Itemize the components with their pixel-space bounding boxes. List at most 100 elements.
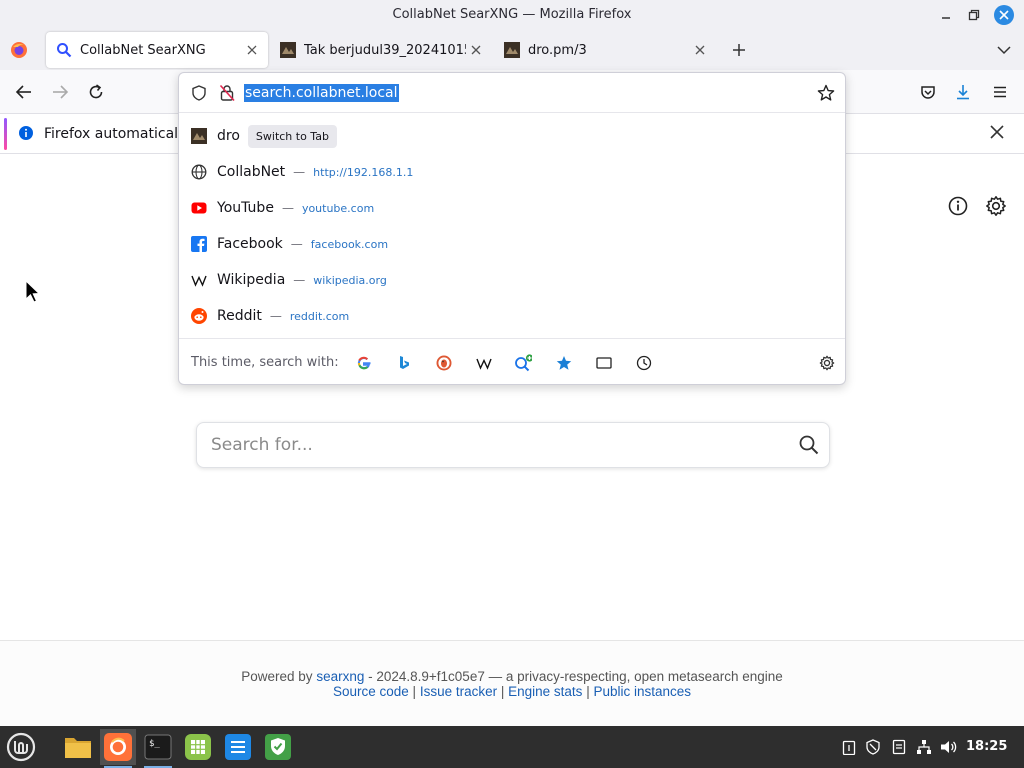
terminal-launcher[interactable]: $_ <box>140 729 176 768</box>
firefox-launcher[interactable] <box>100 729 136 768</box>
duckduckgo-icon <box>436 355 452 371</box>
firefox-icon <box>104 733 132 761</box>
one-off-search-bar: This time, search with: <box>179 338 845 384</box>
suggestion-reddit[interactable]: Reddit — reddit.com <box>179 298 845 334</box>
forward-button[interactable] <box>48 80 72 104</box>
suggestion-wikipedia[interactable]: Wikipedia — wikipedia.org <box>179 262 845 298</box>
shield-tray-icon[interactable] <box>864 738 882 756</box>
bing-search-button[interactable] <box>395 354 413 372</box>
search-settings-button[interactable] <box>818 354 836 372</box>
new-tab-button[interactable] <box>729 40 749 60</box>
powered-suffix: - 2024.8.9+f1c05e7 — a privacy-respectin… <box>368 669 783 684</box>
close-icon <box>999 10 1009 20</box>
tab-close-button[interactable] <box>466 40 486 60</box>
powered-by-line: Powered by searxng - 2024.8.9+f1c05e7 — … <box>0 669 1024 684</box>
tab-close-button[interactable] <box>242 40 262 60</box>
text-editor-launcher[interactable] <box>220 729 256 765</box>
arrow-right-icon <box>53 85 69 99</box>
search-submit-button[interactable] <box>799 435 819 455</box>
tab-tak-berjudul[interactable]: Tak berjudul39_202410150 <box>270 32 492 68</box>
notes-tray-icon[interactable] <box>890 738 908 756</box>
tab-collabnet-searxng[interactable]: CollabNet SearXNG <box>46 32 268 68</box>
url-input[interactable]: search.collabnet.local <box>244 84 399 102</box>
taskbar-clock[interactable]: 18:25 <box>966 739 1007 754</box>
reddit-icon <box>191 308 207 324</box>
suggestion-youtube[interactable]: YouTube — youtube.com <box>179 190 845 226</box>
network-tray-icon[interactable] <box>915 738 933 756</box>
bookmark-page-button[interactable] <box>817 84 835 102</box>
files-launcher[interactable] <box>60 729 96 765</box>
clipboard-tray-icon[interactable] <box>840 738 858 756</box>
download-icon <box>957 85 969 100</box>
page-thumbnail-icon <box>191 128 207 144</box>
search-bookmarks-button[interactable] <box>555 354 573 372</box>
search-input[interactable] <box>211 433 771 457</box>
spreadsheet-launcher[interactable] <box>180 729 216 765</box>
tabs-icon <box>596 357 612 369</box>
preferences-button[interactable] <box>984 194 1008 218</box>
tab-close-button[interactable] <box>690 40 710 60</box>
close-icon <box>471 45 481 55</box>
suggestion-title: CollabNet <box>217 164 286 180</box>
google-search-button[interactable] <box>355 354 373 372</box>
svg-text:$_: $_ <box>149 739 160 749</box>
footer-separator: | <box>586 684 590 699</box>
tab-dro-pm[interactable]: dro.pm/3 <box>494 32 716 68</box>
suggestion-facebook[interactable]: Facebook — facebook.com <box>179 226 845 262</box>
add-search-engine-button[interactable] <box>514 354 532 372</box>
list-all-tabs-button[interactable] <box>994 40 1014 60</box>
bing-icon <box>400 356 409 369</box>
about-button[interactable] <box>946 194 970 218</box>
searxng-magnifier-icon <box>57 43 72 58</box>
speaker-icon <box>941 741 957 753</box>
app-menu-button[interactable] <box>988 80 1012 104</box>
add-search-engine-icon <box>515 354 532 372</box>
suggestion-dash: — <box>281 201 294 215</box>
suggestion-dash: — <box>290 237 303 251</box>
plus-icon <box>733 44 745 56</box>
maximize-button[interactable] <box>964 5 984 25</box>
search-with-label: This time, search with: <box>191 355 339 370</box>
clipboard-icon <box>842 740 856 755</box>
tab-label: Tak berjudul39_202410150 <box>304 42 466 58</box>
reload-icon <box>89 84 103 99</box>
back-button[interactable] <box>12 80 36 104</box>
notification-close-button[interactable] <box>990 125 1004 139</box>
arrow-left-icon <box>15 85 31 99</box>
note-icon <box>892 739 906 755</box>
search-tabs-button[interactable] <box>595 354 613 372</box>
public-instances-link[interactable]: Public instances <box>593 684 691 699</box>
search-history-button[interactable] <box>635 354 653 372</box>
wikipedia-search-button[interactable] <box>475 354 493 372</box>
suggestion-switch-tab[interactable]: dro Switch to Tab <box>179 118 845 154</box>
minimize-button[interactable] <box>936 5 956 25</box>
update-manager-launcher[interactable] <box>260 729 296 765</box>
suggestion-dash: — <box>293 273 306 287</box>
close-window-button[interactable] <box>994 5 1014 25</box>
tab-strip: CollabNet SearXNG Tak berjudul39_2024101… <box>0 30 1024 70</box>
firefox-view-button[interactable] <box>10 41 28 59</box>
suggestion-collabnet[interactable]: CollabNet — http://192.168.1.1 <box>179 154 845 190</box>
searxng-link[interactable]: searxng <box>316 669 364 684</box>
suggestion-title: Reddit <box>217 308 262 324</box>
duckduckgo-search-button[interactable] <box>435 354 453 372</box>
mouse-pointer-icon <box>25 280 41 303</box>
page-footer: Powered by searxng - 2024.8.9+f1c05e7 — … <box>0 640 1024 726</box>
suggestion-title: YouTube <box>217 200 274 216</box>
terminal-icon: $_ <box>144 734 172 760</box>
reload-button[interactable] <box>84 80 108 104</box>
gear-icon <box>819 355 835 371</box>
downloads-button[interactable] <box>951 80 975 104</box>
urlbar[interactable]: search.collabnet.local <box>179 73 845 113</box>
shield-check-icon <box>265 734 291 760</box>
firefox-icon <box>11 42 27 58</box>
volume-tray-icon[interactable] <box>940 738 958 756</box>
globe-icon <box>191 164 207 180</box>
issue-tracker-link[interactable]: Issue tracker <box>420 684 497 699</box>
engine-stats-link[interactable]: Engine stats <box>508 684 582 699</box>
start-menu-button[interactable] <box>3 729 39 765</box>
footer-separator: | <box>412 684 417 699</box>
pocket-button[interactable] <box>916 80 940 104</box>
source-code-link[interactable]: Source code <box>333 684 409 699</box>
bookmarks-icon <box>556 356 572 370</box>
